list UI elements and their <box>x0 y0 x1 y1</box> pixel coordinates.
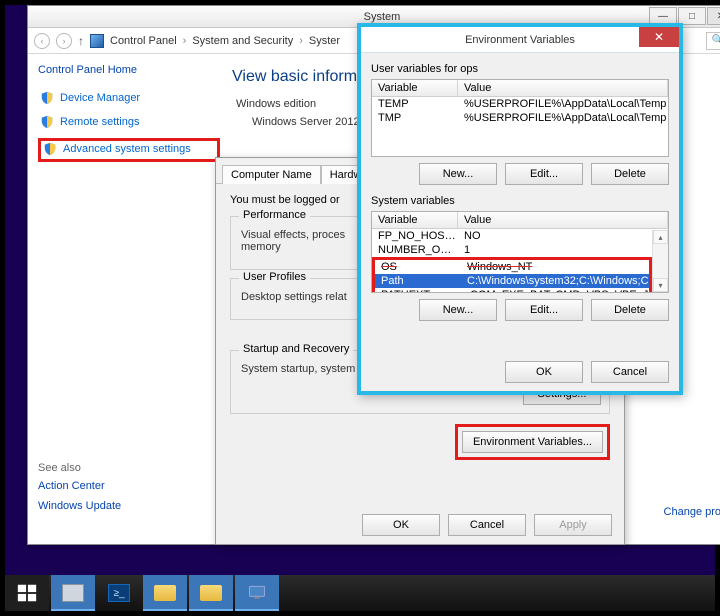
see-also-label: See also <box>38 462 220 474</box>
action-center-link[interactable]: Action Center <box>38 480 220 492</box>
change-product-key-link[interactable]: Change product key <box>664 506 720 518</box>
close-button[interactable]: ✕ <box>707 7 720 25</box>
control-panel-home-link[interactable]: Control Panel Home <box>38 64 220 76</box>
performance-title: Performance <box>239 209 310 221</box>
breadcrumb-seg2[interactable]: System and Security <box>192 35 293 47</box>
sidebar-item-device-manager[interactable]: Device Manager <box>38 90 220 106</box>
breadcrumb-sep: › <box>299 35 303 47</box>
breadcrumb-seg3[interactable]: Syster <box>309 35 340 47</box>
taskbar: ≥_ <box>5 575 715 611</box>
sys-var-row[interactable]: NUMBER_OF_PRO... 1 <box>372 243 668 257</box>
sys-new-button[interactable]: New... <box>419 299 497 321</box>
shield-icon <box>40 91 54 105</box>
sys-var-row-path[interactable]: Path C:\Windows\system32;C:\Windows;C:\W… <box>375 274 649 288</box>
startup-recovery-title: Startup and Recovery <box>239 343 353 355</box>
sys-var-row[interactable]: FP_NO_HOST_CH... NO <box>372 229 668 243</box>
sys-var-row[interactable]: PATHEXT .COM;.EXE;.BAT;.CMD;.VBS;.VBE;.J… <box>375 288 649 293</box>
sidebar-item-remote-settings[interactable]: Remote settings <box>38 114 220 130</box>
apply-button[interactable]: Apply <box>534 514 612 536</box>
system-vars-label: System variables <box>371 195 669 207</box>
cancel-button[interactable]: Cancel <box>448 514 526 536</box>
taskbar-server-manager[interactable] <box>51 575 95 611</box>
user-new-button[interactable]: New... <box>419 163 497 185</box>
scroll-up-button[interactable]: ▴ <box>653 230 668 244</box>
nav-up-button[interactable]: ↑ <box>78 34 84 48</box>
col-header-value[interactable]: Value <box>458 80 668 96</box>
user-delete-button[interactable]: Delete <box>591 163 669 185</box>
env-close-button[interactable]: ✕ <box>639 27 679 47</box>
col-header-value[interactable]: Value <box>458 212 668 228</box>
powershell-icon: ≥_ <box>108 584 130 602</box>
highlight-advanced: Advanced system settings <box>38 138 220 162</box>
env-ok-button[interactable]: OK <box>505 361 583 383</box>
env-footer: OK Cancel <box>505 361 669 383</box>
shield-icon <box>40 115 54 129</box>
sidebar-item-advanced-system-settings[interactable]: Advanced system settings <box>41 141 217 157</box>
user-edit-button[interactable]: Edit... <box>505 163 583 185</box>
env-cancel-button[interactable]: Cancel <box>591 361 669 383</box>
environment-variables-dialog: Environment Variables ✕ User variables f… <box>357 23 683 395</box>
sys-var-row[interactable]: OS Windows_NT <box>375 260 649 274</box>
taskbar-powershell[interactable]: ≥_ <box>97 575 141 611</box>
sidebar-item-label: Remote settings <box>60 116 139 128</box>
sidebar: Control Panel Home Device Manager Remote… <box>28 54 228 544</box>
folder-icon <box>154 585 176 601</box>
user-profiles-title: User Profiles <box>239 271 310 283</box>
env-titlebar: Environment Variables ✕ <box>361 27 679 53</box>
user-var-row[interactable]: TEMP %USERPROFILE%\AppData\Local\Temp <box>372 97 668 111</box>
shield-icon <box>43 142 57 156</box>
system-vars-listbox[interactable]: Variable Value FP_NO_HOST_CH... NO NUMBE… <box>371 211 669 293</box>
sys-delete-button[interactable]: Delete <box>591 299 669 321</box>
monitor-icon <box>247 583 267 603</box>
ok-button[interactable]: OK <box>362 514 440 536</box>
desktop: System — □ ✕ ‹ › ↑ Control Panel › Syste… <box>5 5 715 611</box>
start-button[interactable] <box>5 575 49 611</box>
breadcrumb-sep: › <box>183 35 187 47</box>
nav-back-button[interactable]: ‹ <box>34 33 50 49</box>
control-panel-icon <box>90 34 104 48</box>
folder-icon <box>200 585 222 601</box>
taskbar-explorer-2[interactable] <box>189 575 233 611</box>
user-vars-listbox[interactable]: Variable Value TEMP %USERPROFILE%\AppDat… <box>371 79 669 157</box>
tab-computer-name[interactable]: Computer Name <box>222 165 321 184</box>
taskbar-explorer[interactable] <box>143 575 187 611</box>
system-title: System <box>364 11 401 23</box>
highlight-path-rows: OS Windows_NT Path C:\Windows\system32;C… <box>372 257 652 293</box>
nav-forward-button[interactable]: › <box>56 33 72 49</box>
col-header-variable[interactable]: Variable <box>372 80 458 96</box>
scroll-down-button[interactable]: ▾ <box>653 278 668 292</box>
windows-logo-icon <box>16 582 38 604</box>
sysprop-footer: OK Cancel Apply <box>362 514 612 536</box>
search-box[interactable]: 🔍 <box>706 32 720 50</box>
sys-edit-button[interactable]: Edit... <box>505 299 583 321</box>
taskbar-system[interactable] <box>235 575 279 611</box>
sidebar-item-label: Advanced system settings <box>63 143 191 155</box>
col-header-variable[interactable]: Variable <box>372 212 458 228</box>
environment-variables-button[interactable]: Environment Variables... <box>462 431 603 453</box>
sidebar-item-label: Device Manager <box>60 92 140 104</box>
windows-update-link[interactable]: Windows Update <box>38 500 220 512</box>
breadcrumb-seg1[interactable]: Control Panel <box>110 35 177 47</box>
highlight-env-vars: Environment Variables... <box>455 424 610 460</box>
user-var-row[interactable]: TMP %USERPROFILE%\AppData\Local\Temp <box>372 111 668 125</box>
scrollbar[interactable]: ▴ ▾ <box>652 230 668 292</box>
server-manager-icon <box>62 584 84 602</box>
env-title-text: Environment Variables <box>465 34 575 46</box>
search-icon: 🔍 <box>712 35 720 46</box>
user-vars-label: User variables for ops <box>371 63 669 75</box>
